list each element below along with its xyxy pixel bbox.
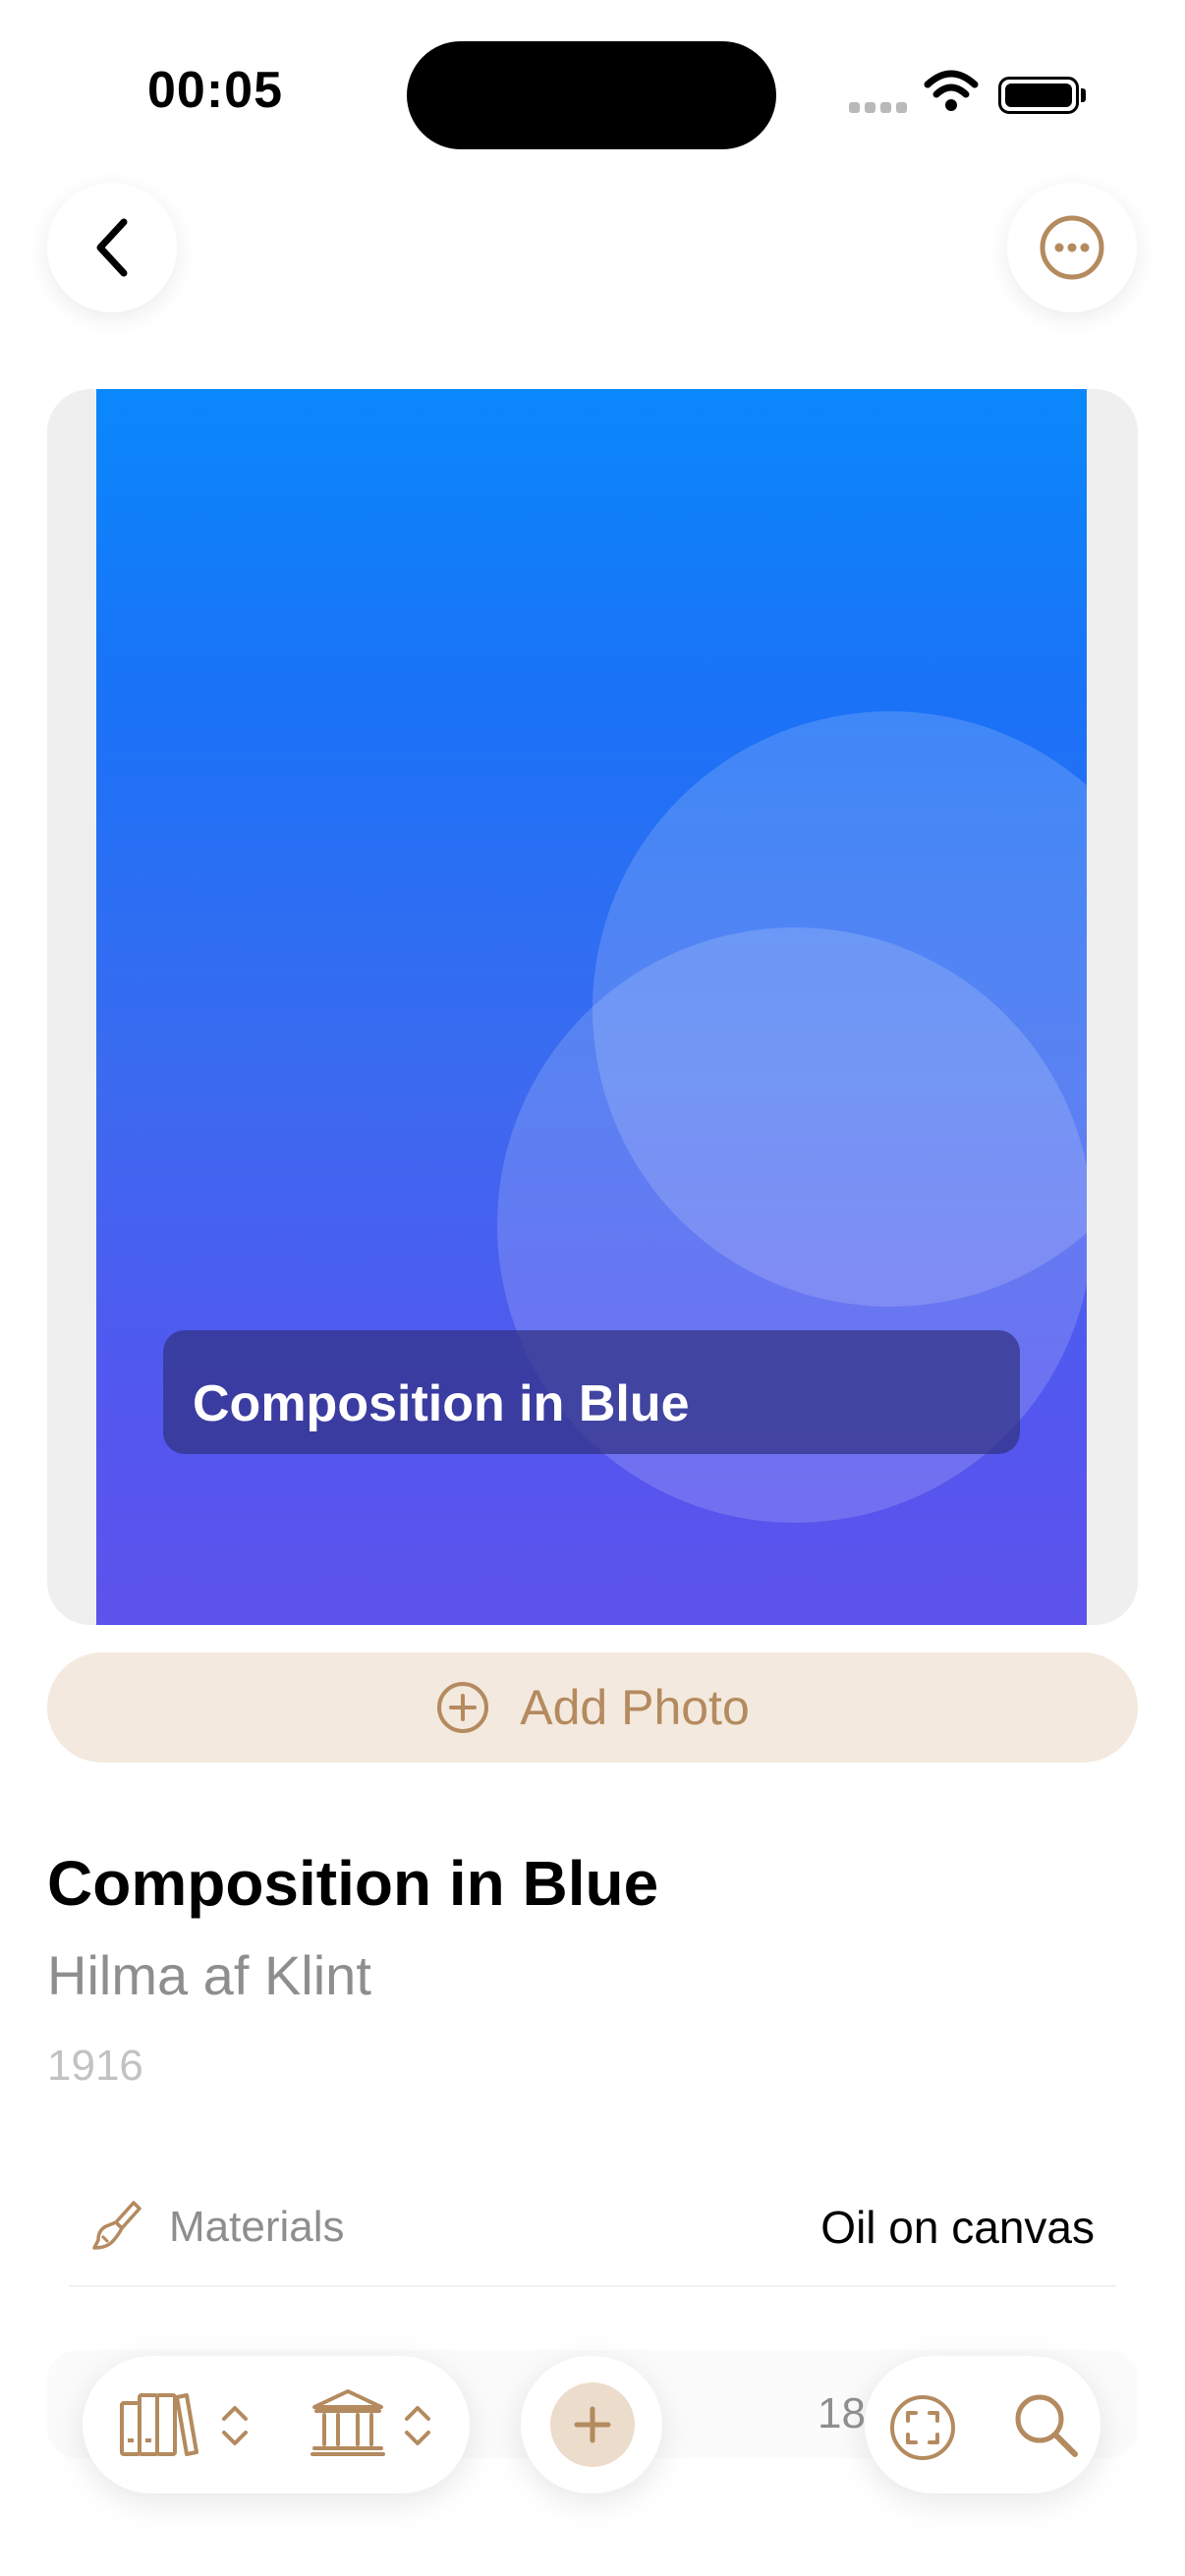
museum-icon[interactable]	[310, 2387, 385, 2458]
status-time: 00:05	[147, 62, 283, 119]
chevron-up-down-icon[interactable]	[218, 2403, 252, 2448]
artwork-title: Composition in Blue	[47, 1848, 659, 1919]
artist-name: Hilma af Klint	[47, 1944, 371, 2006]
add-button[interactable]	[550, 2382, 635, 2467]
dynamic-island	[407, 41, 776, 149]
paintbrush-icon	[92, 2201, 141, 2250]
artwork-card[interactable]: Composition in Blue	[47, 389, 1138, 1625]
wifi-icon	[924, 70, 979, 111]
plus-icon	[574, 2406, 611, 2443]
cellular-signal-icon	[849, 102, 907, 113]
add-photo-button[interactable]: Add Photo	[47, 1652, 1138, 1763]
more-button[interactable]	[1007, 183, 1137, 312]
chevron-left-icon	[96, 218, 128, 277]
divider	[69, 2285, 1116, 2287]
books-icon[interactable]	[118, 2387, 200, 2458]
materials-label: Materials	[169, 2203, 345, 2251]
back-button[interactable]	[47, 183, 177, 312]
artwork-image[interactable]: Composition in Blue	[96, 389, 1087, 1625]
chevron-up-down-icon[interactable]	[401, 2403, 434, 2448]
add-photo-label: Add Photo	[520, 1680, 750, 1735]
ellipsis-circle-icon	[1040, 215, 1104, 280]
search-icon[interactable]	[1010, 2389, 1081, 2460]
materials-value: Oil on canvas	[820, 2202, 1095, 2253]
plus-circle-icon	[437, 1682, 489, 1733]
artwork-caption: Composition in Blue	[163, 1330, 1020, 1454]
artwork-year: 1916	[47, 2042, 143, 2090]
viewfinder-icon[interactable]	[888, 2393, 957, 2462]
battery-icon	[998, 77, 1079, 114]
item-count: 18	[818, 2389, 866, 2437]
